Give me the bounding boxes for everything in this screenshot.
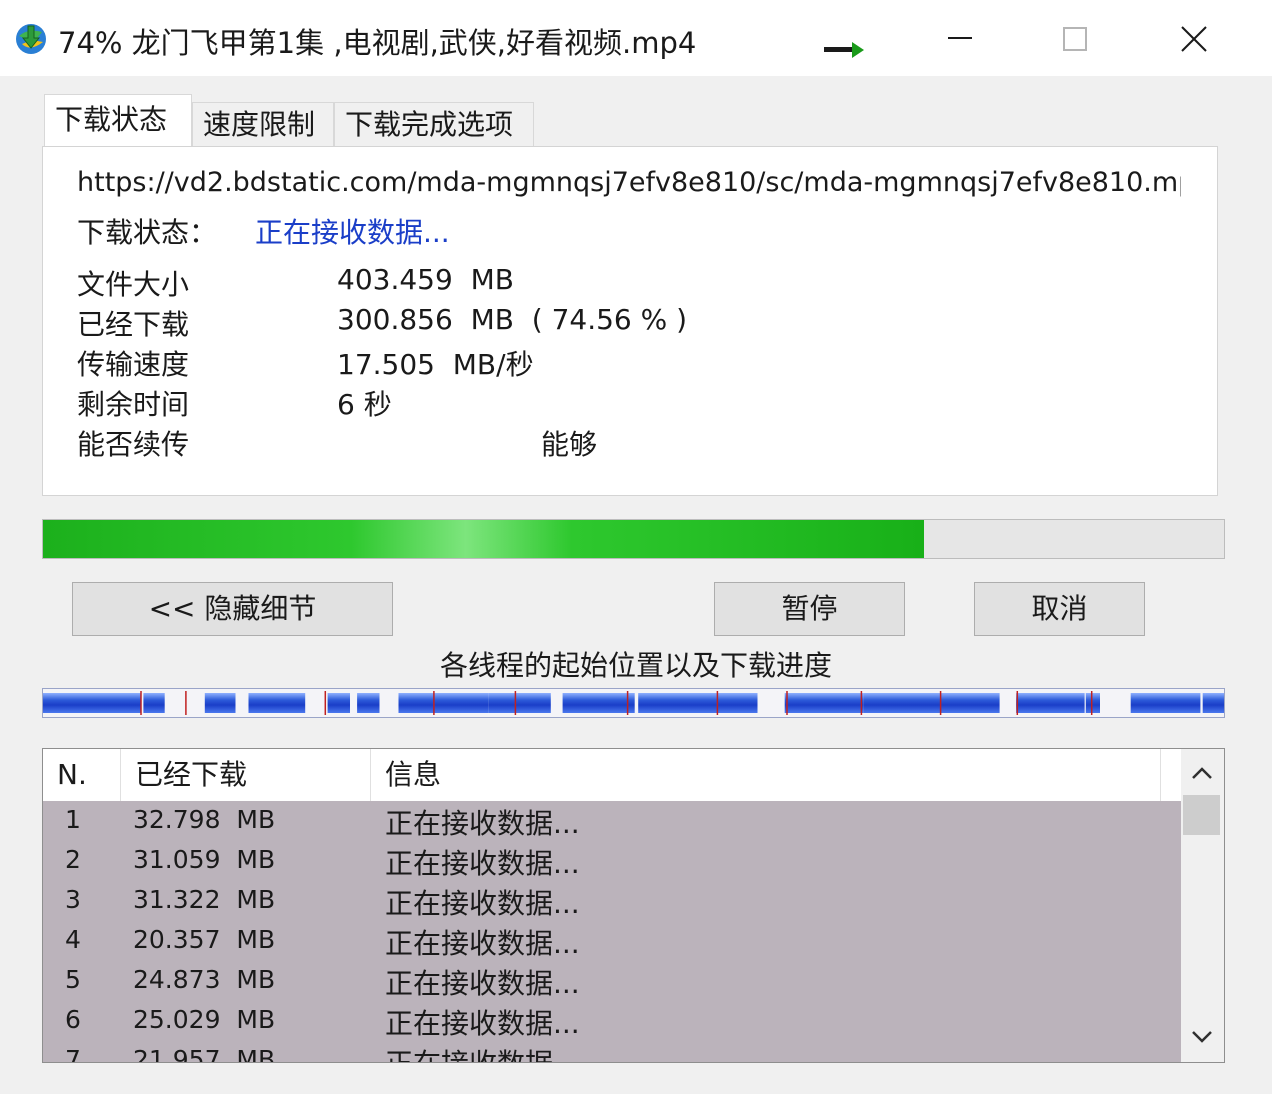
window-title: 74% 龙门飞甲第1集 ,电视剧,武侠,好看视频.mp4 xyxy=(58,26,697,60)
downloaded-label: 已经下载 xyxy=(77,308,190,341)
thread-segment xyxy=(573,693,620,713)
column-divider[interactable] xyxy=(1160,749,1161,801)
thread-segment xyxy=(484,693,489,713)
thread-segment xyxy=(1085,693,1100,713)
table-row[interactable]: 4 20.357 MB 正在接收数据... xyxy=(43,921,1181,961)
thread-segment xyxy=(43,693,141,713)
arrow-right-icon xyxy=(824,42,864,58)
tab-speed-limit[interactable]: 速度限制 xyxy=(192,102,334,148)
thread-info: 正在接收数据... xyxy=(385,927,580,960)
thread-downloaded: 24.873 MB xyxy=(133,965,276,994)
table-row[interactable]: 7 21.957 MB 正在接收数据... xyxy=(43,1041,1181,1063)
table-row[interactable]: 1 32.798 MB 正在接收数据... xyxy=(43,801,1181,841)
thread-downloaded: 25.029 MB xyxy=(133,1005,276,1034)
status-value: 正在接收数据... xyxy=(255,216,450,249)
status-label: 下载状态： xyxy=(77,216,218,249)
thread-segment xyxy=(911,693,1000,713)
thread-segment xyxy=(818,693,864,713)
threads-caption: 各线程的起始位置以及下载进度 xyxy=(439,649,832,682)
thread-segment xyxy=(488,693,551,713)
thread-downloaded: 20.357 MB xyxy=(133,925,276,954)
thread-progress-bar xyxy=(42,688,1225,718)
chevron-down-icon[interactable] xyxy=(1189,1027,1215,1047)
thread-info: 正在接收数据... xyxy=(385,847,580,880)
download-progress-bar xyxy=(42,519,1225,559)
thread-segment xyxy=(398,693,486,713)
table-row[interactable]: 2 31.059 MB 正在接收数据... xyxy=(43,841,1181,881)
pause-button[interactable]: 暂停 xyxy=(714,582,905,636)
title-bar: 74% 龙门飞甲第1集 ,电视剧,武侠,好看视频.mp4 xyxy=(0,0,1272,76)
close-button[interactable] xyxy=(1164,14,1224,64)
table-row[interactable]: 3 31.322 MB 正在接收数据... xyxy=(43,881,1181,921)
table-row[interactable]: 5 24.873 MB 正在接收数据... xyxy=(43,961,1181,1001)
chevron-up-icon[interactable] xyxy=(1189,763,1215,783)
tab-download-status[interactable]: 下载状态 xyxy=(44,94,192,146)
thread-downloaded: 21.957 MB xyxy=(133,1045,276,1063)
thread-segment xyxy=(1130,693,1201,713)
column-header-info[interactable]: 信息 xyxy=(385,749,441,801)
scrollbar-thumb[interactable] xyxy=(1183,795,1220,835)
minimize-button[interactable] xyxy=(930,14,990,64)
thread-number: 1 xyxy=(65,805,81,834)
thread-list[interactable]: N. 已经下载 信息 1 32.798 MB 正在接收数据... 2 31.05… xyxy=(42,748,1225,1063)
cancel-button[interactable]: 取消 xyxy=(974,582,1145,636)
resume-capability-label: 能否续传 xyxy=(77,428,190,461)
thread-number: 6 xyxy=(65,1005,81,1034)
thread-segment xyxy=(143,693,165,713)
tab-completion-options[interactable]: 下载完成选项 xyxy=(334,102,534,148)
thread-progress-graphic xyxy=(43,691,1224,715)
thread-downloaded: 31.322 MB xyxy=(133,885,276,914)
thread-info: 正在接收数据... xyxy=(385,1042,580,1062)
thread-segment xyxy=(1202,693,1224,713)
download-url: https://vd2.bdstatic.com/mda-mgmnqsj7efv… xyxy=(77,167,1181,198)
maximize-button[interactable] xyxy=(1045,14,1105,64)
thread-list-rows: 1 32.798 MB 正在接收数据... 2 31.059 MB 正在接收数据… xyxy=(43,801,1181,1063)
table-row[interactable]: 6 25.029 MB 正在接收数据... xyxy=(43,1001,1181,1041)
thread-list-header: N. 已经下载 信息 xyxy=(43,749,1181,802)
transfer-speed-label: 传输速度 xyxy=(77,348,190,381)
thread-downloaded: 31.059 MB xyxy=(133,845,276,874)
time-left-value: 6 秒 xyxy=(337,388,392,421)
thread-info: 正在接收数据... xyxy=(385,967,580,1000)
thread-segment xyxy=(327,693,350,713)
thread-downloaded: 32.798 MB xyxy=(133,805,276,834)
time-left-label: 剩余时间 xyxy=(77,388,190,421)
download-progress-fill xyxy=(43,520,924,558)
vertical-scrollbar[interactable] xyxy=(1181,749,1224,1062)
thread-segment xyxy=(248,693,306,713)
thread-number: 3 xyxy=(65,885,81,914)
thread-info: 正在接收数据... xyxy=(385,887,580,920)
thread-number: 7 xyxy=(65,1045,81,1063)
thread-number: 5 xyxy=(65,965,81,994)
column-divider[interactable] xyxy=(120,749,121,801)
column-header-downloaded[interactable]: 已经下载 xyxy=(135,749,247,801)
thread-segment xyxy=(706,693,758,713)
transfer-speed-value: 17.505 MB/秒 xyxy=(337,348,534,381)
thread-info: 正在接收数据... xyxy=(385,807,580,840)
downloaded-value: 300.856 MB ( 74.56 % ) xyxy=(337,303,688,336)
thread-info: 正在接收数据... xyxy=(385,1007,580,1040)
hide-details-button[interactable]: << 隐藏细节 xyxy=(72,582,393,636)
column-header-number[interactable]: N. xyxy=(57,749,87,801)
file-size-value: 403.459 MB xyxy=(337,263,514,296)
internet-download-manager-icon xyxy=(16,24,46,54)
thread-segment xyxy=(357,693,380,713)
thread-number: 2 xyxy=(65,845,81,874)
resume-capability-value: 能够 xyxy=(541,428,598,461)
file-size-label: 文件大小 xyxy=(77,268,190,301)
thread-segment xyxy=(1016,693,1085,713)
column-divider[interactable] xyxy=(370,749,371,801)
download-details-panel: https://vd2.bdstatic.com/mda-mgmnqsj7efv… xyxy=(42,146,1218,496)
thread-segment xyxy=(204,693,236,713)
thread-number: 4 xyxy=(65,925,81,954)
